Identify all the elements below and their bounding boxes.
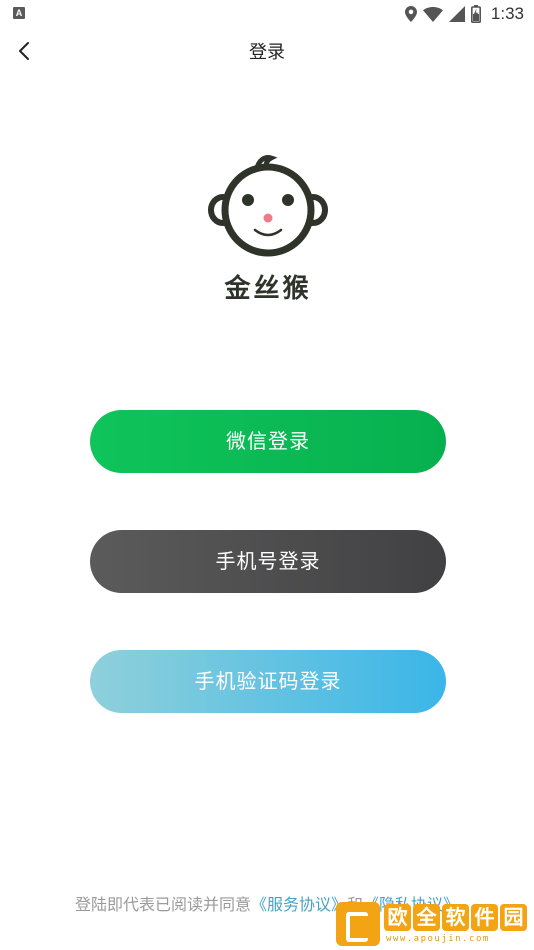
notification-icon: A xyxy=(13,7,25,19)
watermark: 欧 全 软 件 园 www.apoujin.com xyxy=(336,900,534,950)
watermark-char: 园 xyxy=(500,904,527,931)
brand-name: 金丝猴 xyxy=(224,274,312,304)
status-icons: 1:33 xyxy=(404,3,524,25)
watermark-char: 欧 xyxy=(384,904,411,931)
location-icon xyxy=(404,6,417,22)
phone-login-button[interactable]: 手机号登录 xyxy=(90,530,446,593)
app-logo: 金丝猴 xyxy=(207,150,329,304)
monkey-logo-icon xyxy=(208,155,328,257)
watermark-logo-icon xyxy=(336,902,380,946)
wifi-icon xyxy=(422,6,443,22)
watermark-char: 全 xyxy=(413,904,440,931)
signal-icon xyxy=(448,6,465,22)
clock: 1:33 xyxy=(490,4,524,23)
page-title: 登录 xyxy=(249,42,285,63)
agreement-prefix: 登陆即代表已阅读并同意 xyxy=(74,895,251,914)
status-bar: A 1:33 xyxy=(0,0,534,28)
wechat-login-button[interactable]: 微信登录 xyxy=(90,410,446,473)
watermark-char: 件 xyxy=(471,904,498,931)
sms-code-login-button[interactable]: 手机验证码登录 xyxy=(90,650,446,713)
battery-icon xyxy=(470,5,481,23)
watermark-url: www.apoujin.com xyxy=(386,934,490,944)
service-agreement-link[interactable]: 《服务协议》 xyxy=(251,895,347,914)
title-bar: 登录 xyxy=(0,28,534,74)
watermark-text: 欧 全 软 件 园 xyxy=(384,904,527,931)
watermark-char: 软 xyxy=(442,904,469,931)
